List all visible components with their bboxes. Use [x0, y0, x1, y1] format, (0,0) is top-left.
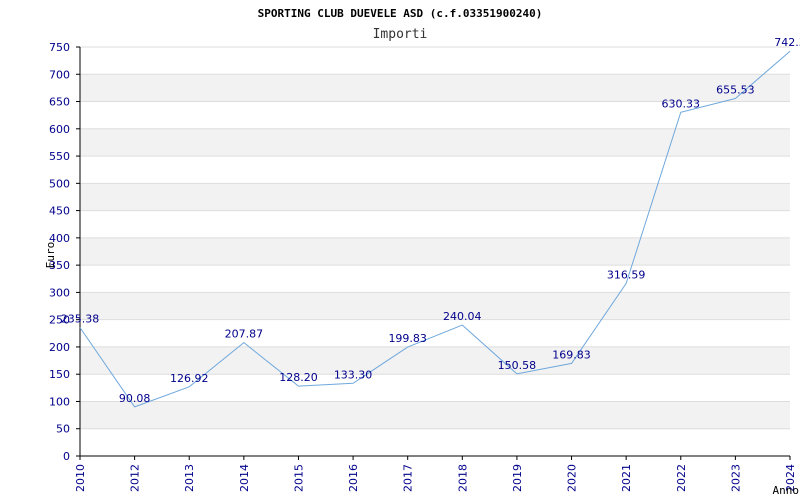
y-tick-label: 700	[49, 68, 70, 81]
grid-band	[80, 292, 790, 320]
y-tick-label: 500	[49, 177, 70, 190]
data-label: 655.53	[716, 84, 755, 97]
line-chart: 0501001502002503003504004505005506006507…	[44, 7, 800, 497]
y-axis-title: Euro	[44, 242, 57, 269]
data-label: 199.83	[388, 332, 427, 345]
data-label: 126.92	[170, 372, 209, 385]
x-tick-label: 2013	[183, 464, 196, 492]
grid-band	[80, 128, 790, 157]
data-label: 742.3	[774, 36, 800, 49]
x-tick-label: 2017	[402, 464, 415, 492]
x-tick-label: 2021	[620, 464, 633, 492]
y-tick-label: 0	[63, 450, 70, 463]
data-label: 90.08	[119, 392, 151, 405]
y-tick-label: 450	[49, 205, 70, 218]
data-label: 128.20	[279, 371, 318, 384]
data-label: 207.87	[225, 328, 264, 341]
x-tick-label: 2020	[566, 464, 579, 492]
data-label: 133.30	[334, 368, 373, 381]
x-tick-label: 2012	[129, 464, 142, 492]
chart-container: 0 50 100 150 200 250 300 350 400 450 500 550 600 650 7…	[0, 0, 800, 500]
y-tick-label: 300	[49, 286, 70, 299]
x-tick-label: 2019	[511, 464, 524, 492]
x-tick-label: 2010	[74, 464, 87, 492]
y-tick-label: 50	[56, 423, 70, 436]
y-tick-label: 600	[49, 123, 70, 136]
data-label: 316.59	[607, 268, 646, 281]
x-tick-label: 2015	[292, 464, 305, 492]
grid-band	[80, 183, 790, 211]
data-label: 630.33	[662, 97, 701, 110]
data-label: 235.38	[61, 313, 100, 326]
x-axis-title: Anno	[773, 484, 800, 497]
x-tick-label: 2022	[675, 464, 688, 492]
y-tick-label: 550	[49, 150, 70, 163]
chart-title: SPORTING CLUB DUEVELE ASD (c.f.033519002…	[258, 7, 543, 20]
y-tick-label: 150	[49, 368, 70, 381]
data-label: 240.04	[443, 310, 482, 323]
y-tick-label: 100	[49, 395, 70, 408]
y-tick-label: 750	[49, 41, 70, 54]
grid-band	[80, 401, 790, 429]
grid-band	[80, 346, 790, 375]
x-tick-label: 2016	[347, 464, 360, 492]
x-tick-label: 2023	[729, 464, 742, 492]
chart-subtitle: Importi	[373, 27, 428, 42]
data-label: 169.83	[552, 348, 591, 361]
x-tick-label: 2018	[456, 464, 469, 492]
y-tick-label: 650	[49, 96, 70, 109]
y-tick-label: 200	[49, 341, 70, 354]
x-tick-labels: 2010 2012 2013 2014 2015 2016 2017 2018 2019 2020…	[74, 464, 797, 492]
grid-band	[80, 237, 790, 266]
data-label: 150.58	[498, 359, 537, 372]
x-tick-label: 2014	[238, 464, 251, 492]
